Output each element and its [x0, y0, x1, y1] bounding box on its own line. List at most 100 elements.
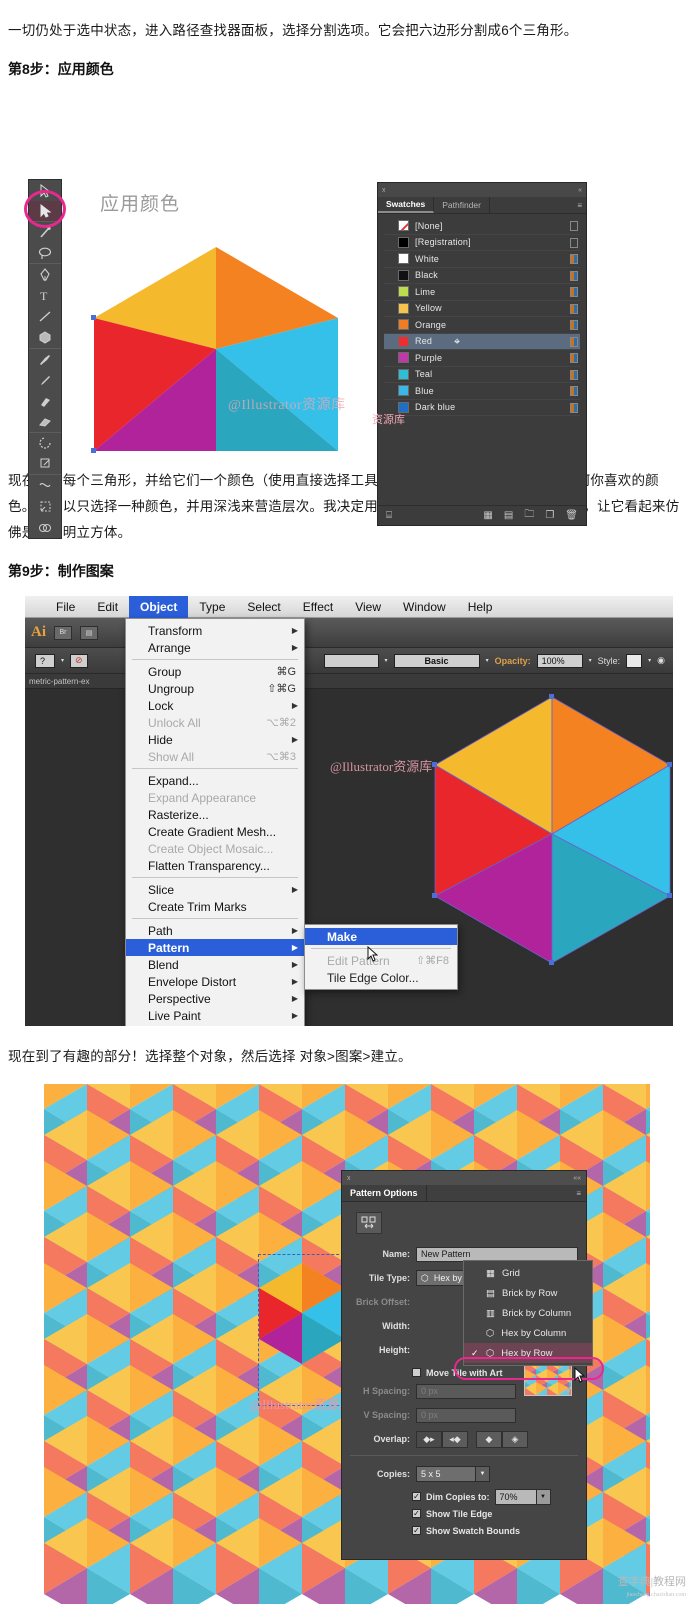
menu-item-perspective[interactable]: Perspective ▶ [126, 990, 304, 1007]
chevron-down-icon[interactable]: ▼ [475, 1467, 489, 1481]
type-tool[interactable]: T [29, 285, 61, 306]
menu-item-lock[interactable]: Lock ▶ [126, 697, 304, 714]
menu-item-path[interactable]: Path ▶ [126, 922, 304, 939]
menu-item-rasterize[interactable]: Rasterize... [126, 806, 304, 823]
menu-item-create-gradient-mesh[interactable]: Create Gradient Mesh... [126, 823, 304, 840]
stroke-weight-field[interactable]: ? [35, 654, 55, 668]
control-bar[interactable]: ? ▾ ⊘ ▾ Basic ▾ Opacity: 100% ▾ Style: ▾… [25, 648, 673, 674]
menu-item-create-trim-marks[interactable]: Create Trim Marks [126, 898, 304, 915]
panel-close-icon[interactable]: x [347, 1175, 351, 1182]
blob-brush-tool[interactable] [29, 391, 61, 412]
swatches-footer[interactable]: ⌸ ▦ ▤ 🗀 ❐ 🗑 [378, 505, 586, 525]
chevron-down-icon[interactable]: ▾ [385, 657, 388, 664]
move-tile-checkbox[interactable]: ✓ [412, 1368, 421, 1377]
selection-tool[interactable] [29, 180, 61, 201]
swatch-row-red[interactable]: Red ⌖ [384, 334, 580, 351]
swatch-row-orange[interactable]: Orange [384, 317, 580, 334]
swatches-panel[interactable]: x « Swatches Pathfinder ≡ [None] [Regist… [377, 182, 587, 526]
pattern-submenu[interactable]: Make Edit Pattern ⇧⌘F8 Tile Edge Color..… [304, 924, 458, 990]
magic-wand-tool[interactable] [29, 222, 61, 243]
pattern-tile-tools[interactable] [356, 1212, 578, 1234]
tile-type-option-hex-by-row[interactable]: ✓ ⬡ Hex by Row [464, 1343, 592, 1363]
object-dropdown-menu[interactable]: Transform ▶ Arrange ▶ Group ⌘G Ungroup ⇧… [125, 618, 305, 1026]
tab-pattern-options[interactable]: Pattern Options [342, 1185, 427, 1202]
menu-item-arrange[interactable]: Arrange ▶ [126, 639, 304, 656]
tile-type-option-brick-by-row[interactable]: ▤ Brick by Row [464, 1283, 592, 1303]
chevron-down-icon[interactable]: ▾ [648, 657, 651, 664]
menu-item-slice[interactable]: Slice ▶ [126, 881, 304, 898]
menu-window[interactable]: Window [392, 596, 457, 618]
tile-type-option-hex-by-column[interactable]: ⬡ Hex by Column [464, 1323, 592, 1343]
submenu-item-make[interactable]: Make [305, 928, 457, 945]
shape-builder-tool[interactable] [29, 517, 61, 538]
free-transform-tool[interactable] [29, 496, 61, 517]
overlap-buttons[interactable]: ◆▸ ◂◆ ◆ ◈ [416, 1431, 528, 1448]
show-tile-edge-row[interactable]: ✓ Show Tile Edge [350, 1505, 578, 1522]
swatch-row-none[interactable]: [None] [384, 218, 580, 235]
menu-item-flatten-transparency[interactable]: Flatten Transparency... [126, 857, 304, 874]
swatch-row-dark-blue[interactable]: Dark blue [384, 400, 580, 417]
tab-swatches[interactable]: Swatches [378, 197, 434, 213]
overlap-right-in-front-icon[interactable]: ◂◆ [442, 1431, 468, 1448]
illustrator-toolbar[interactable]: T [28, 179, 62, 539]
menu-file[interactable]: File [45, 596, 86, 618]
menu-item-hide[interactable]: Hide ▶ [126, 731, 304, 748]
panel-collapse-icon[interactable]: « [578, 187, 582, 194]
line-segment-tool[interactable] [29, 306, 61, 327]
new-color-group-icon[interactable]: 🗀 [524, 507, 534, 524]
direct-selection-tool[interactable] [29, 201, 61, 222]
show-kinds-icon[interactable]: ▦ [483, 510, 492, 521]
document-tabbar[interactable]: metric-pattern-ex [25, 674, 673, 689]
swatch-row-registration[interactable]: [Registration] [384, 235, 580, 252]
tile-type-dropdown-list[interactable]: ▦ Grid ▤ Brick by Row ▥ Brick by Column … [463, 1260, 593, 1366]
arrange-documents-icon[interactable]: ▤ [80, 626, 98, 640]
swatch-row-lime[interactable]: Lime [384, 284, 580, 301]
menu-item-envelope-distort[interactable]: Envelope Distort ▶ [126, 973, 304, 990]
show-tile-edge-checkbox[interactable]: ✓ [412, 1509, 421, 1518]
menu-type[interactable]: Type [188, 596, 236, 618]
lasso-tool[interactable] [29, 243, 61, 264]
scale-tool[interactable] [29, 454, 61, 475]
pattern-options-panel[interactable]: x «« Pattern Options ≡ Name: New Pattern… [341, 1170, 587, 1560]
menu-select[interactable]: Select [236, 596, 291, 618]
menu-item-expand[interactable]: Expand... [126, 772, 304, 789]
chevron-down-icon[interactable]: ▾ [486, 657, 489, 664]
opacity-value-field[interactable]: 100% [537, 654, 583, 668]
swatch-row-blue[interactable]: Blue [384, 383, 580, 400]
panel-collapse-icon[interactable]: «« [573, 1175, 581, 1182]
swatches-tabs[interactable]: Swatches Pathfinder ≡ [378, 197, 586, 214]
menu-help[interactable]: Help [457, 596, 504, 618]
link-spacing-icon[interactable]: ⚯ [562, 1386, 570, 1397]
overlap-left-in-front-icon[interactable]: ◆▸ [416, 1431, 442, 1448]
overlap-row[interactable]: Overlap: ◆▸ ◂◆ ◆ ◈ [350, 1429, 578, 1449]
menu-item-blend[interactable]: Blend ▶ [126, 956, 304, 973]
illustrator-menubar[interactable]: File Edit Object Type Select Effect View… [25, 596, 673, 618]
width-tool[interactable] [29, 475, 61, 496]
bridge-button[interactable]: Br [54, 626, 72, 640]
tab-pathfinder[interactable]: Pathfinder [434, 197, 490, 213]
dim-copies-row[interactable]: ✓ Dim Copies to: 70% ▼ [350, 1488, 578, 1505]
dim-copies-select[interactable]: 70% ▼ [495, 1489, 551, 1505]
swatches-list[interactable]: [None] [Registration] White Black [378, 214, 586, 505]
tile-type-option-brick-by-column[interactable]: ▥ Brick by Column [464, 1303, 592, 1323]
swatch-row-purple[interactable]: Purple [384, 350, 580, 367]
show-swatch-bounds-row[interactable]: ✓ Show Swatch Bounds [350, 1522, 578, 1539]
chevron-down-icon[interactable]: ▼ [536, 1490, 550, 1504]
menu-effect[interactable]: Effect [292, 596, 344, 618]
swatch-options-icon[interactable]: ▤ [504, 510, 513, 521]
graphic-style-swatch[interactable] [626, 654, 642, 668]
menu-item-pattern[interactable]: Pattern ▶ [126, 939, 304, 956]
eraser-tool[interactable] [29, 412, 61, 433]
stroke-profile-field[interactable]: Basic [394, 654, 480, 668]
menu-item-live-paint[interactable]: Live Paint ▶ [126, 1007, 304, 1024]
stroke-style-field[interactable] [324, 654, 379, 668]
chevron-down-icon[interactable]: ▾ [589, 657, 592, 664]
new-swatch-icon[interactable]: ❐ [545, 510, 554, 521]
overlap-top-in-front-icon[interactable]: ◆ [476, 1431, 502, 1448]
show-swatch-bounds-checkbox[interactable]: ✓ [412, 1526, 421, 1535]
panel-menu-icon[interactable]: ≡ [577, 201, 582, 210]
menu-item-group[interactable]: Group ⌘G [126, 663, 304, 680]
dim-copies-checkbox[interactable]: ✓ [412, 1492, 421, 1501]
swatch-row-black[interactable]: Black [384, 268, 580, 285]
submenu-item-tile-edge-color[interactable]: Tile Edge Color... [305, 969, 457, 986]
